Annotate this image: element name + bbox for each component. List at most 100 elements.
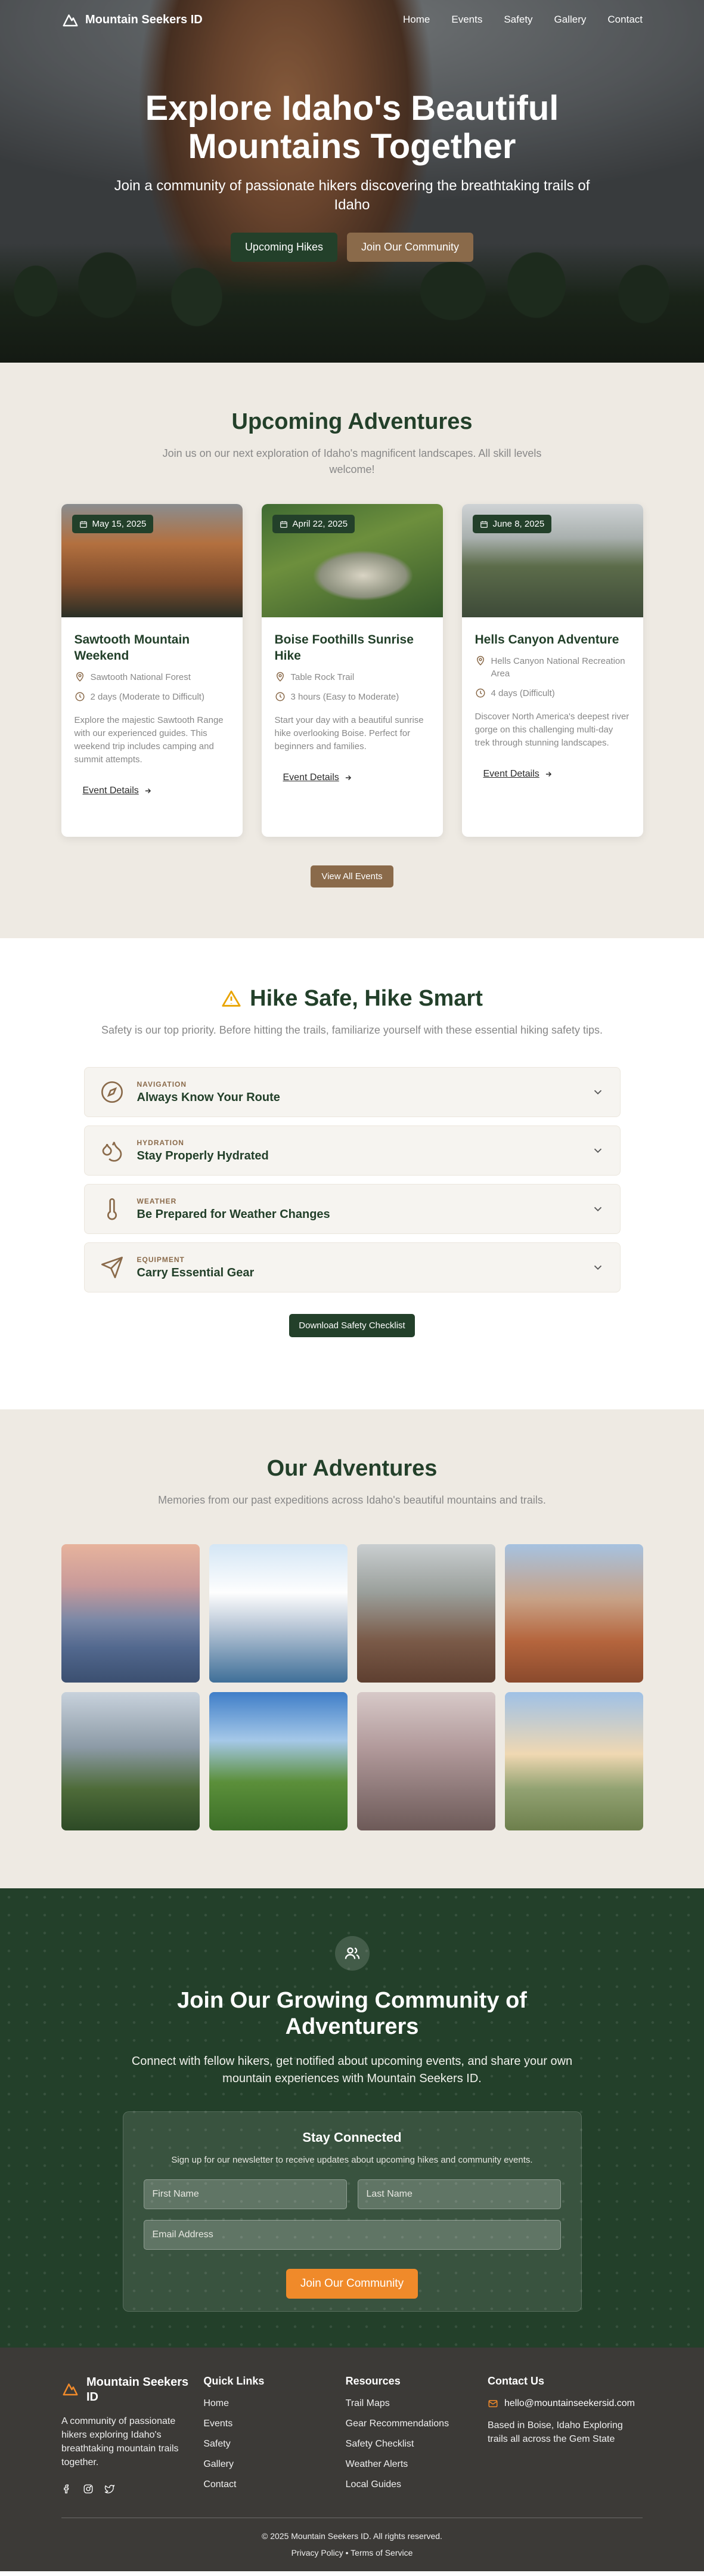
event-date: June 8, 2025 (492, 519, 545, 529)
safety-item-text: EQUIPMENT Carry Essential Gear (137, 1255, 591, 1280)
community-badge (334, 1936, 370, 1971)
download-checklist-button[interactable]: Download Safety Checklist (289, 1314, 415, 1337)
users-icon (345, 1947, 359, 1959)
safety-subtitle: Safety is our top priority. Before hitti… (101, 1024, 603, 1036)
footer-columns: Mountain Seekers ID A community of passi… (61, 2375, 643, 2500)
event-duration: 3 hours (Easy to Moderate) (275, 691, 430, 703)
safety-item-weather[interactable]: WEATHER Be Prepared for Weather Changes (83, 1184, 621, 1234)
footer-brand[interactable]: Mountain Seekers ID (61, 2375, 199, 2405)
hero-content: Explore Idaho's Beautiful Mountains Toge… (0, 89, 704, 262)
adventures-subtitle: Join us on our next exploration of Idaho… (162, 447, 542, 475)
footer-contact: Contact Us hello@mountainseekersid.com B… (488, 2375, 643, 2500)
event-date: April 22, 2025 (292, 519, 348, 529)
date-badge: April 22, 2025 (272, 515, 355, 533)
safety-item-hydration[interactable]: HYDRATION Stay Properly Hydrated (83, 1125, 621, 1176)
nav-links: Home Events Safety Gallery Contact (403, 14, 643, 26)
event-image: May 15, 2025 (61, 504, 243, 617)
view-all-events-button[interactable]: View All Events (311, 865, 393, 887)
footer-link-contact[interactable]: Contact (203, 2479, 340, 2490)
adventures-title: Upcoming Adventures (231, 409, 473, 434)
safety-item-equipment[interactable]: EQUIPMENT Carry Essential Gear (83, 1242, 621, 1292)
gallery-image-hiker-meadow[interactable] (209, 1692, 348, 1830)
event-details-label: Event Details (483, 769, 539, 779)
footer-address: Based in Boise, Idaho Exploring trails a… (487, 2420, 623, 2444)
footer-resources: Resources Trail Maps Gear Recommendation… (346, 2375, 483, 2500)
last-name-field[interactable] (357, 2179, 561, 2209)
gallery-image-hikers-ridge[interactable] (356, 1544, 495, 1683)
event-location-text: Sawtooth National Forest (90, 672, 191, 682)
chevron-down-icon (594, 1207, 601, 1212)
chevron-down-icon (594, 1265, 601, 1270)
gallery-title: Our Adventures (266, 1456, 438, 1481)
upcoming-adventures-section: Upcoming Adventures Join us on our next … (0, 363, 704, 938)
event-card-body: Sawtooth Mountain Weekend Sawtooth Natio… (61, 617, 243, 814)
event-details-link[interactable]: Event Details (75, 782, 160, 800)
event-details-link[interactable]: Event Details (275, 769, 361, 787)
mountain-icon (63, 2383, 78, 2396)
copyright: © 2025 Mountain Seekers ID. All rights r… (262, 2531, 442, 2541)
nav-link-events[interactable]: Events (451, 14, 482, 26)
resources-heading: Resources (345, 2375, 401, 2387)
event-description: Start your day with a beautiful sunrise … (274, 715, 424, 752)
footer-link-safety-checklist[interactable]: Safety Checklist (346, 2439, 483, 2450)
hero-section: Mountain Seekers ID Home Events Safety G… (0, 0, 704, 363)
twitter-icon[interactable] (104, 2484, 115, 2494)
gallery-image-rooftops[interactable] (504, 1544, 643, 1683)
safety-category: HYDRATION (137, 1138, 184, 1147)
event-description: Explore the majestic Sawtooth Range with… (74, 715, 224, 765)
gallery-image-forest-valley[interactable] (61, 1692, 200, 1830)
first-name-field[interactable] (143, 2179, 347, 2209)
gallery-image-tents[interactable] (504, 1692, 643, 1830)
safety-item-navigation[interactable]: NAVIGATION Always Know Your Route (83, 1067, 621, 1117)
brand-name: Mountain Seekers ID (85, 13, 203, 26)
facebook-icon[interactable] (61, 2484, 72, 2494)
event-details-label: Event Details (82, 786, 139, 796)
safety-category: EQUIPMENT (137, 1255, 185, 1264)
event-details-link[interactable]: Event Details (475, 765, 561, 783)
nav-link-safety[interactable]: Safety (504, 14, 532, 26)
nav-link-gallery[interactable]: Gallery (554, 14, 587, 26)
event-cards: May 15, 2025 Sawtooth Mountain Weekend S… (0, 504, 704, 837)
gallery-section: Our Adventures Memories from our past ex… (0, 1409, 704, 1888)
instagram-icon[interactable] (83, 2484, 94, 2494)
footer-link-trail-maps[interactable]: Trail Maps (346, 2398, 483, 2409)
event-card: May 15, 2025 Sawtooth Mountain Weekend S… (61, 504, 243, 837)
gallery-image-hot-air-balloons[interactable] (356, 1692, 495, 1830)
footer-link-weather-alerts[interactable]: Weather Alerts (346, 2459, 483, 2470)
event-duration: 4 days (Difficult) (475, 687, 630, 700)
mail-icon (488, 2400, 498, 2407)
send-icon (101, 1257, 123, 1278)
footer-brand-name: Mountain Seekers ID (86, 2376, 189, 2404)
safety-item-title: Carry Essential Gear (137, 1266, 255, 1279)
event-details-label: Event Details (283, 772, 339, 783)
nav-link-contact[interactable]: Contact (607, 14, 643, 26)
join-community-hero-button[interactable]: Join Our Community (346, 233, 474, 262)
upcoming-hikes-button[interactable]: Upcoming Hikes (230, 233, 337, 262)
arrow-right-icon (145, 788, 151, 794)
event-card: June 8, 2025 Hells Canyon Adventure Hell… (461, 504, 643, 837)
brand-logo[interactable]: Mountain Seekers ID (61, 11, 203, 29)
event-card: April 22, 2025 Boise Foothills Sunrise H… (261, 504, 443, 837)
footer-description: A community of passionate hikers explori… (61, 2416, 179, 2467)
footer-link-safety[interactable]: Safety (203, 2439, 340, 2450)
legal-links[interactable]: Privacy Policy • Terms of Service (61, 2548, 643, 2558)
join-community-submit-button[interactable]: Join Our Community (286, 2269, 418, 2299)
footer-link-gear[interactable]: Gear Recommendations (346, 2419, 483, 2429)
safety-category: NAVIGATION (137, 1080, 187, 1088)
footer-link-events[interactable]: Events (203, 2419, 340, 2429)
nav-link-home[interactable]: Home (403, 14, 430, 26)
footer-email[interactable]: hello@mountainseekersid.com (488, 2398, 643, 2409)
gallery-subtitle: Memories from our past expeditions acros… (158, 1494, 546, 1506)
hero-subtitle: Join a community of passionate hikers di… (114, 178, 590, 213)
footer-link-home[interactable]: Home (203, 2398, 340, 2409)
footer-link-gallery[interactable]: Gallery (203, 2459, 340, 2470)
footer-link-local-guides[interactable]: Local Guides (346, 2479, 483, 2490)
community-subtitle: Connect with fellow hikers, get notified… (131, 2055, 573, 2085)
safety-title: Hike Safe, Hike Smart (0, 986, 704, 1012)
event-card-body: Hells Canyon Adventure Hells Canyon Nati… (462, 617, 643, 797)
map-pin-icon (76, 672, 83, 682)
footer-email-text: hello@mountainseekersid.com (504, 2398, 635, 2408)
gallery-image-lake-sunset[interactable] (61, 1544, 200, 1683)
email-field[interactable] (143, 2220, 561, 2250)
gallery-image-cliff-clouds[interactable] (209, 1544, 348, 1683)
